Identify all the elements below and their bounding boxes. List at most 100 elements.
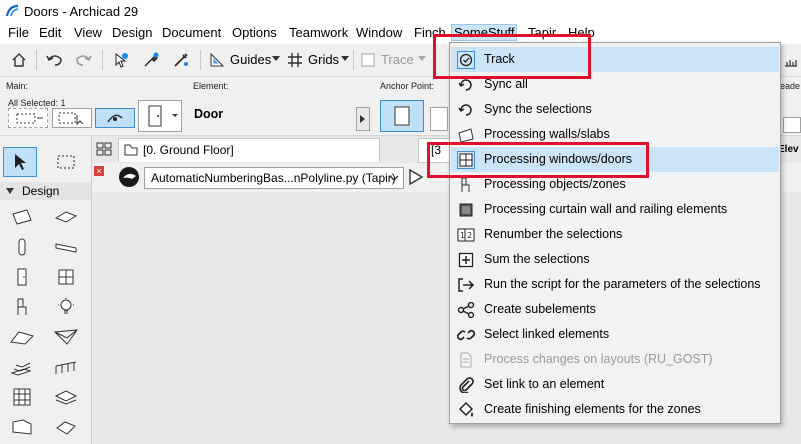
roof-tool-icon[interactable]	[8, 324, 36, 350]
anchor-point-button[interactable]	[380, 100, 424, 132]
design-section-label: Design	[22, 184, 60, 198]
eyedropper-icon[interactable]	[140, 49, 162, 71]
selection-mode-button[interactable]	[52, 108, 92, 128]
chevron-down-icon[interactable]	[418, 56, 426, 61]
menu-item-label: Processing curtain wall and railing elem…	[484, 202, 728, 216]
curtain-wall-tool-icon[interactable]	[8, 384, 36, 410]
somestuff-menu: Track Sync all Sync the selections Proce…	[449, 42, 781, 424]
menu-bar: File Edit View Design Document Options T…	[0, 22, 801, 44]
trace-icon[interactable]	[357, 49, 379, 71]
script-select-value: AutomaticNumberingBas...nPolyline.py (Ta…	[151, 171, 396, 185]
script-select[interactable]: AutomaticNumberingBas...nPolyline.py (Ta…	[144, 167, 404, 189]
menu-file[interactable]: File	[6, 25, 31, 40]
toolbar-divider	[36, 50, 37, 70]
door-settings-button[interactable]	[138, 100, 182, 132]
morph-tool-icon[interactable]	[8, 414, 36, 440]
arrow-tool-icon[interactable]	[3, 147, 37, 177]
menu-options[interactable]: Options	[230, 25, 279, 40]
run-script-icon	[457, 276, 475, 294]
svg-text:1: 1	[460, 231, 465, 240]
finishing-icon	[457, 401, 475, 419]
tapir-logo-icon	[118, 166, 140, 188]
right-field[interactable]	[783, 117, 801, 133]
chevron-down-icon[interactable]	[272, 56, 280, 61]
sum-icon	[457, 251, 475, 269]
chevron-down-icon[interactable]	[341, 56, 349, 61]
curtain-wall-icon	[457, 201, 475, 219]
column-tool-icon[interactable]	[8, 234, 36, 260]
menu-item-label: Processing walls/slabs	[484, 127, 610, 141]
guides-icon[interactable]	[206, 49, 228, 71]
tab-ground-floor[interactable]: [0. Ground Floor]	[118, 138, 380, 162]
chevron-right-icon[interactable]	[356, 107, 370, 131]
selection-count: All Selected: 1	[8, 98, 66, 108]
marquee-tool-icon[interactable]	[50, 148, 82, 176]
stair-tool-icon[interactable]	[8, 354, 36, 380]
toolbar-divider	[102, 50, 103, 70]
grids-label[interactable]: Grids	[308, 52, 339, 67]
element-type-value: Door	[194, 107, 224, 121]
syringe-icon[interactable]	[170, 49, 192, 71]
menu-item-label: Processing objects/zones	[484, 177, 626, 191]
shell-tool-icon[interactable]	[52, 324, 80, 350]
railing-tool-icon[interactable]	[52, 354, 80, 380]
grids-icon[interactable]	[284, 49, 306, 71]
slab-tool-icon[interactable]	[52, 204, 80, 230]
menu-item-label: Sync the selections	[484, 102, 592, 116]
annotation-box-track	[433, 34, 591, 79]
guides-label[interactable]: Guides	[230, 52, 271, 67]
element-caption: Element:	[193, 81, 229, 91]
menu-document[interactable]: Document	[160, 25, 223, 40]
grid-view-icon[interactable]	[96, 142, 112, 156]
beam-tool-icon[interactable]	[52, 234, 80, 260]
menu-item-finishing[interactable]: Create finishing elements for the zones	[451, 397, 779, 422]
home-icon[interactable]	[8, 49, 30, 71]
menu-item-sync-selections[interactable]: Sync the selections	[451, 97, 779, 122]
marquee-mode-button[interactable]	[8, 108, 48, 128]
menu-design[interactable]: Design	[110, 25, 154, 40]
window-tool-icon[interactable]	[52, 264, 80, 290]
menu-item-sum[interactable]: Sum the selections	[451, 247, 779, 272]
svg-text:2: 2	[467, 231, 472, 240]
object-tool-icon[interactable]	[8, 294, 36, 320]
redo-icon[interactable]	[72, 49, 94, 71]
menu-item-subelements[interactable]: Create subelements	[451, 297, 779, 322]
mesh-tool-icon[interactable]	[52, 384, 80, 410]
menu-item-label: Select linked elements	[484, 327, 610, 341]
zone-tool-icon[interactable]	[52, 414, 80, 440]
subelements-icon	[457, 301, 475, 319]
menu-item-set-link[interactable]: Set link to an element	[451, 372, 779, 397]
menu-item-label: Sum the selections	[484, 252, 590, 266]
menu-item-label: Sync all	[484, 77, 528, 91]
anchor-point-caption: Anchor Point:	[380, 81, 435, 91]
menu-item-run-script[interactable]: Run the script for the parameters of the…	[451, 272, 779, 297]
trace-label[interactable]: Trace	[381, 52, 414, 67]
menu-item-renumber[interactable]: 12 Renumber the selections	[451, 222, 779, 247]
menu-teamwork[interactable]: Teamwork	[287, 25, 350, 40]
toolbar-divider	[200, 50, 201, 70]
ruler-icon[interactable]	[780, 49, 801, 71]
rotate-button[interactable]	[95, 108, 135, 128]
elevation-label: Elev	[778, 144, 799, 155]
menu-item-process-layouts[interactable]: Process changes on layouts (RU_GOST)	[451, 347, 779, 372]
undo-icon[interactable]	[44, 49, 66, 71]
pick-up-icon[interactable]	[110, 49, 132, 71]
sync-selection-icon	[457, 101, 475, 119]
layouts-icon	[457, 351, 475, 369]
menu-view[interactable]: View	[72, 25, 104, 40]
anchor-option-button[interactable]	[430, 107, 448, 131]
menu-item-curtain-wall[interactable]: Processing curtain wall and railing elem…	[451, 197, 779, 222]
linked-elements-icon	[457, 326, 475, 344]
menu-window[interactable]: Window	[354, 25, 404, 40]
window-title: Doors - Archicad 29	[24, 4, 139, 19]
close-icon[interactable]: ×	[94, 166, 104, 176]
design-section-header[interactable]: Design	[0, 182, 91, 200]
lamp-tool-icon[interactable]	[52, 294, 80, 320]
menu-item-linked-elements[interactable]: Select linked elements	[451, 322, 779, 347]
wall-tool-icon[interactable]	[8, 204, 36, 230]
object-zone-icon	[457, 176, 475, 194]
run-script-icon[interactable]	[408, 168, 424, 186]
door-tool-icon[interactable]	[8, 264, 36, 290]
menu-edit[interactable]: Edit	[37, 25, 63, 40]
archicad-logo-icon	[6, 4, 20, 18]
